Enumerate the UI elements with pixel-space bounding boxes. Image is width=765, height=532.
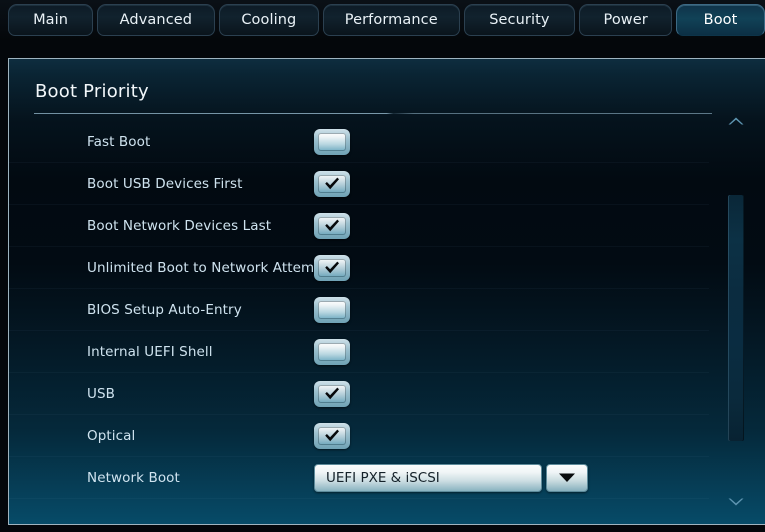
checkbox[interactable]: [314, 296, 350, 323]
tab-label: Main: [33, 12, 69, 28]
checkbox[interactable]: [314, 170, 350, 197]
tab-label: Power: [603, 12, 648, 28]
setting-control: [314, 296, 350, 323]
setting-label: Fast Boot: [87, 133, 151, 150]
dropdown-value[interactable]: UEFI PXE & iSCSI: [314, 463, 542, 492]
setting-row[interactable]: Fast Boot: [9, 121, 709, 163]
tab-label: Boot: [703, 12, 738, 28]
tab-label: Performance: [344, 12, 438, 28]
checkbox-face: [318, 426, 346, 445]
tab-main[interactable]: Main: [8, 4, 94, 36]
check-icon: [325, 261, 339, 273]
setting-control: [314, 338, 350, 365]
tab-security[interactable]: Security: [463, 4, 576, 36]
setting-label: BIOS Setup Auto-Entry: [87, 301, 242, 318]
tab-advanced[interactable]: Advanced: [97, 4, 215, 36]
checkbox[interactable]: [314, 254, 350, 281]
setting-row[interactable]: Internal UEFI Shell: [9, 331, 709, 373]
setting-label: USB: [87, 385, 116, 402]
tab-performance[interactable]: Performance: [323, 4, 460, 36]
checkbox[interactable]: [314, 212, 350, 239]
scroll-up-button[interactable]: [725, 111, 747, 129]
dropdown-toggle-button[interactable]: [546, 463, 588, 492]
dropdown[interactable]: UEFI PXE & iSCSI: [314, 463, 588, 492]
setting-control: [314, 422, 350, 449]
chevron-down-icon: [728, 498, 744, 505]
tab-label: Security: [489, 12, 550, 28]
checkbox[interactable]: [314, 380, 350, 407]
setting-row[interactable]: Unlimited Boot to Network Attempts: [9, 247, 709, 289]
setting-control: [314, 128, 350, 155]
checkbox-face: [318, 216, 346, 235]
setting-label: Internal UEFI Shell: [87, 343, 213, 360]
check-icon: [325, 177, 339, 189]
tab-cooling[interactable]: Cooling: [218, 4, 320, 36]
vertical-scrollbar[interactable]: [725, 111, 747, 511]
title-divider: [34, 113, 712, 114]
tab-bar: Main Advanced Cooling Performance Security Po…: [0, 0, 765, 40]
checkbox-face: [318, 300, 346, 319]
checkbox[interactable]: [314, 128, 350, 155]
setting-label: Network Boot: [87, 469, 180, 486]
tab-label: Cooling: [241, 12, 297, 28]
page-title: Boot Priority: [35, 81, 149, 102]
checkbox-face: [318, 258, 346, 277]
setting-label: Unlimited Boot to Network Attempts: [87, 259, 336, 276]
setting-row[interactable]: Network Boot UEFI PXE & iSCSI: [9, 457, 709, 499]
setting-row[interactable]: Optical: [9, 415, 709, 457]
checkbox[interactable]: [314, 422, 350, 449]
chevron-up-icon: [728, 117, 744, 124]
triangle-down-icon: [559, 473, 575, 482]
content-panel: Boot Priority Fast Boot Boot USB Devices …: [8, 58, 765, 525]
setting-row[interactable]: USB: [9, 373, 709, 415]
scrollbar-thumb[interactable]: [728, 195, 744, 442]
setting-control: [314, 254, 350, 281]
settings-list: Fast Boot Boot USB Devices First Boot Netw…: [9, 121, 709, 499]
tab-label: Advanced: [119, 12, 193, 28]
setting-label: Boot Network Devices Last: [87, 217, 272, 234]
checkbox-face: [318, 342, 346, 361]
tab-boot[interactable]: Boot: [676, 4, 765, 36]
tab-power[interactable]: Power: [579, 4, 673, 36]
setting-control: [314, 380, 350, 407]
checkbox[interactable]: [314, 338, 350, 365]
scrollbar-track[interactable]: [728, 133, 744, 489]
setting-label: Optical: [87, 427, 136, 444]
checkbox-face: [318, 384, 346, 403]
check-icon: [325, 219, 339, 231]
check-icon: [325, 387, 339, 399]
setting-control: [314, 170, 350, 197]
checkbox-face: [318, 132, 346, 151]
checkbox-face: [318, 174, 346, 193]
setting-row[interactable]: Boot Network Devices Last: [9, 205, 709, 247]
setting-label: Boot USB Devices First: [87, 175, 243, 192]
check-icon: [325, 429, 339, 441]
setting-control: UEFI PXE & iSCSI: [314, 463, 588, 492]
bios-setup-screen: Main Advanced Cooling Performance Security Po…: [0, 0, 765, 532]
setting-row[interactable]: BIOS Setup Auto-Entry: [9, 289, 709, 331]
setting-control: [314, 212, 350, 239]
setting-row[interactable]: Boot USB Devices First: [9, 163, 709, 205]
scroll-down-button[interactable]: [725, 493, 747, 511]
